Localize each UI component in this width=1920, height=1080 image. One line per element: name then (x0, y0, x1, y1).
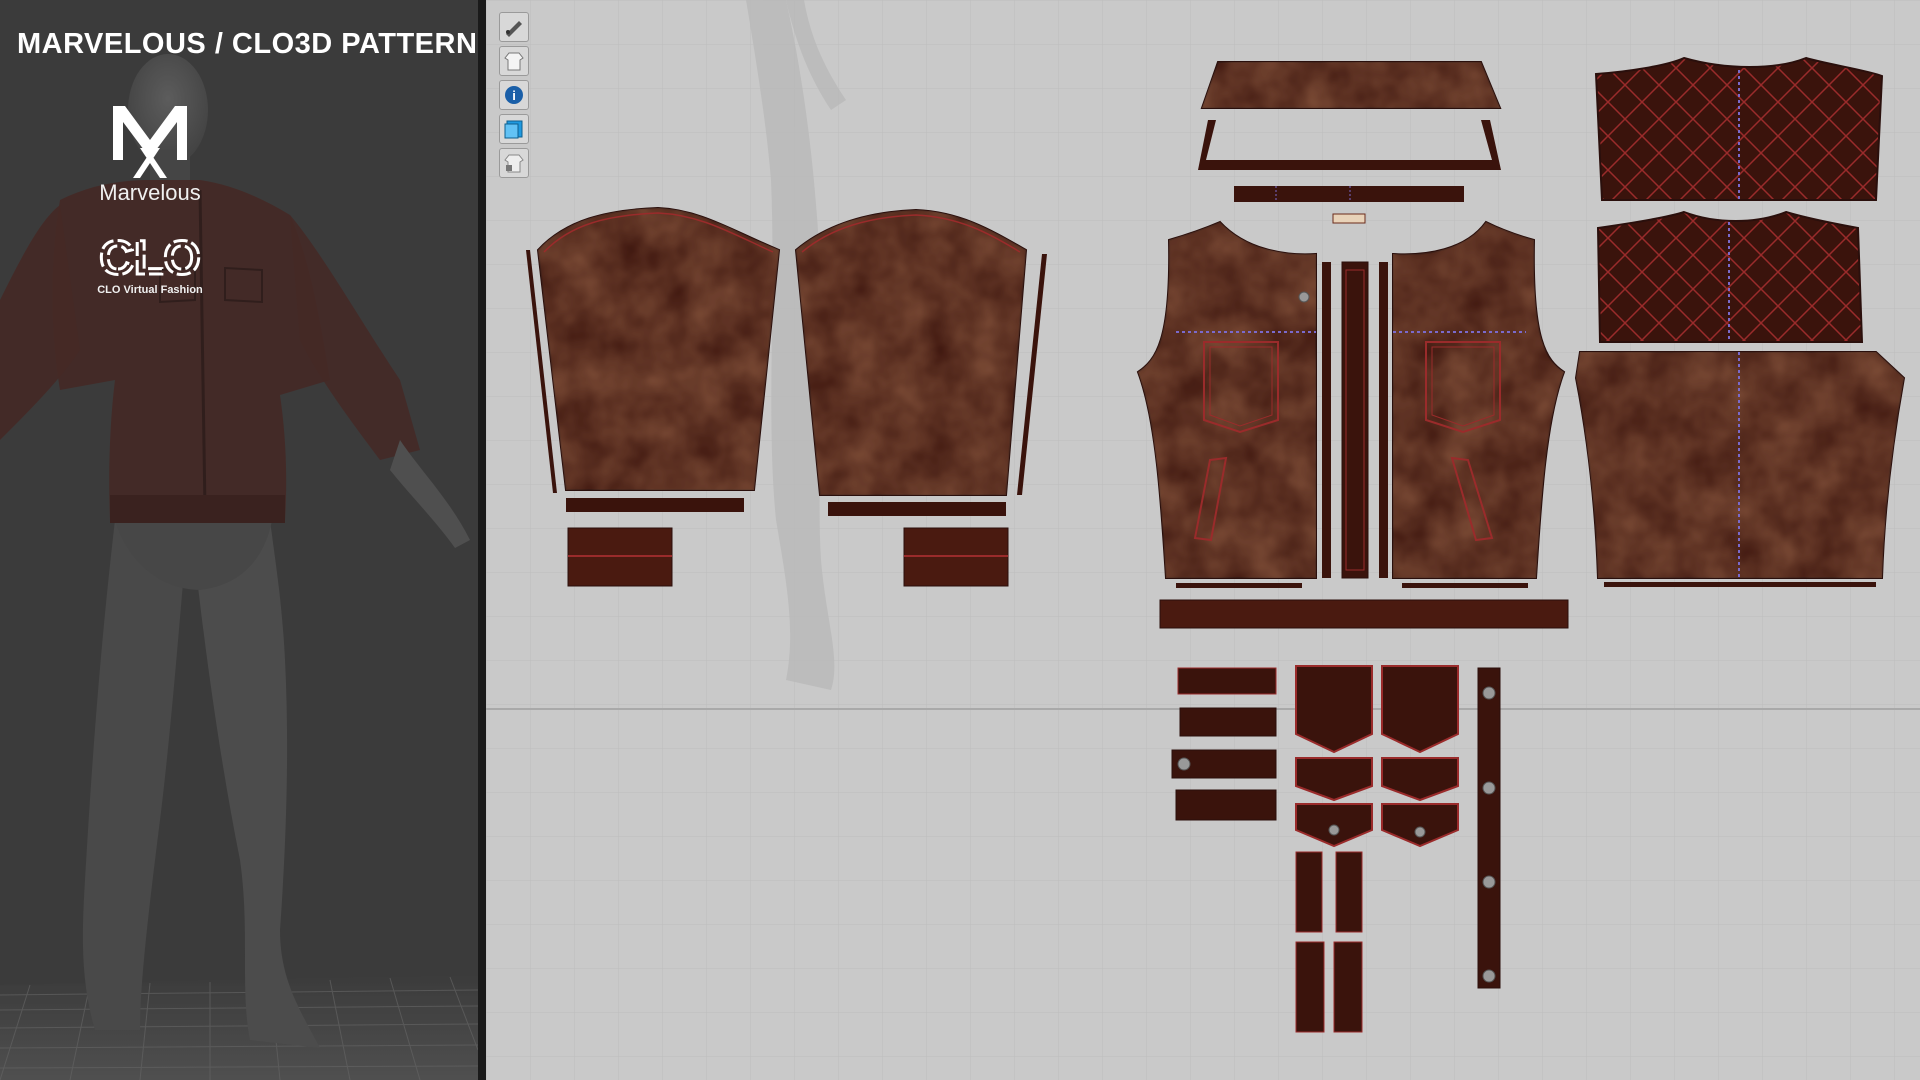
2d-pattern-canvas[interactable]: i (486, 0, 1920, 1080)
tool-button-5[interactable] (499, 148, 529, 178)
front-facing-strip-right[interactable] (1379, 262, 1388, 578)
page-title: MARVELOUS / CLO3D PATTERNS (17, 28, 478, 60)
show-garment-icon (504, 52, 524, 71)
tool-button-1[interactable] (499, 12, 529, 42)
lock-garment-icon (504, 154, 524, 173)
placket-strip[interactable] (1341, 261, 1369, 579)
tool-button-3[interactable]: i (499, 80, 529, 110)
avatar-viewport[interactable] (0, 0, 478, 1080)
clo-wordmark: CLO (99, 232, 200, 282)
show-pattern-pen-icon (506, 21, 522, 37)
clo-logo-icon: CLO (98, 232, 202, 282)
marvelous-wordmark: Marvelous (99, 180, 201, 205)
button-placket-piece[interactable] (1477, 667, 1501, 989)
panel-divider[interactable] (478, 0, 486, 1080)
clo-subtitle: CLO Virtual Fashion (97, 284, 203, 296)
back-panel[interactable] (1574, 351, 1906, 587)
waistband-pattern[interactable] (1159, 599, 1569, 629)
avatar-model (0, 0, 478, 1080)
3d-viewport-panel[interactable]: MARVELOUS / CLO3D PATTERNS Marvelous CLO… (0, 0, 478, 1080)
back-yoke-lower[interactable] (1596, 210, 1864, 343)
texture-view-icon (504, 120, 523, 139)
pattern-info-icon: i (505, 86, 523, 104)
back-yoke-upper[interactable] (1594, 56, 1884, 201)
tool-button-4[interactable] (499, 114, 529, 144)
svg-text:i: i (512, 88, 516, 103)
front-facing-strip-left[interactable] (1322, 262, 1331, 578)
marvelous-logo-icon (113, 106, 187, 178)
tool-button-2[interactable] (499, 46, 529, 76)
